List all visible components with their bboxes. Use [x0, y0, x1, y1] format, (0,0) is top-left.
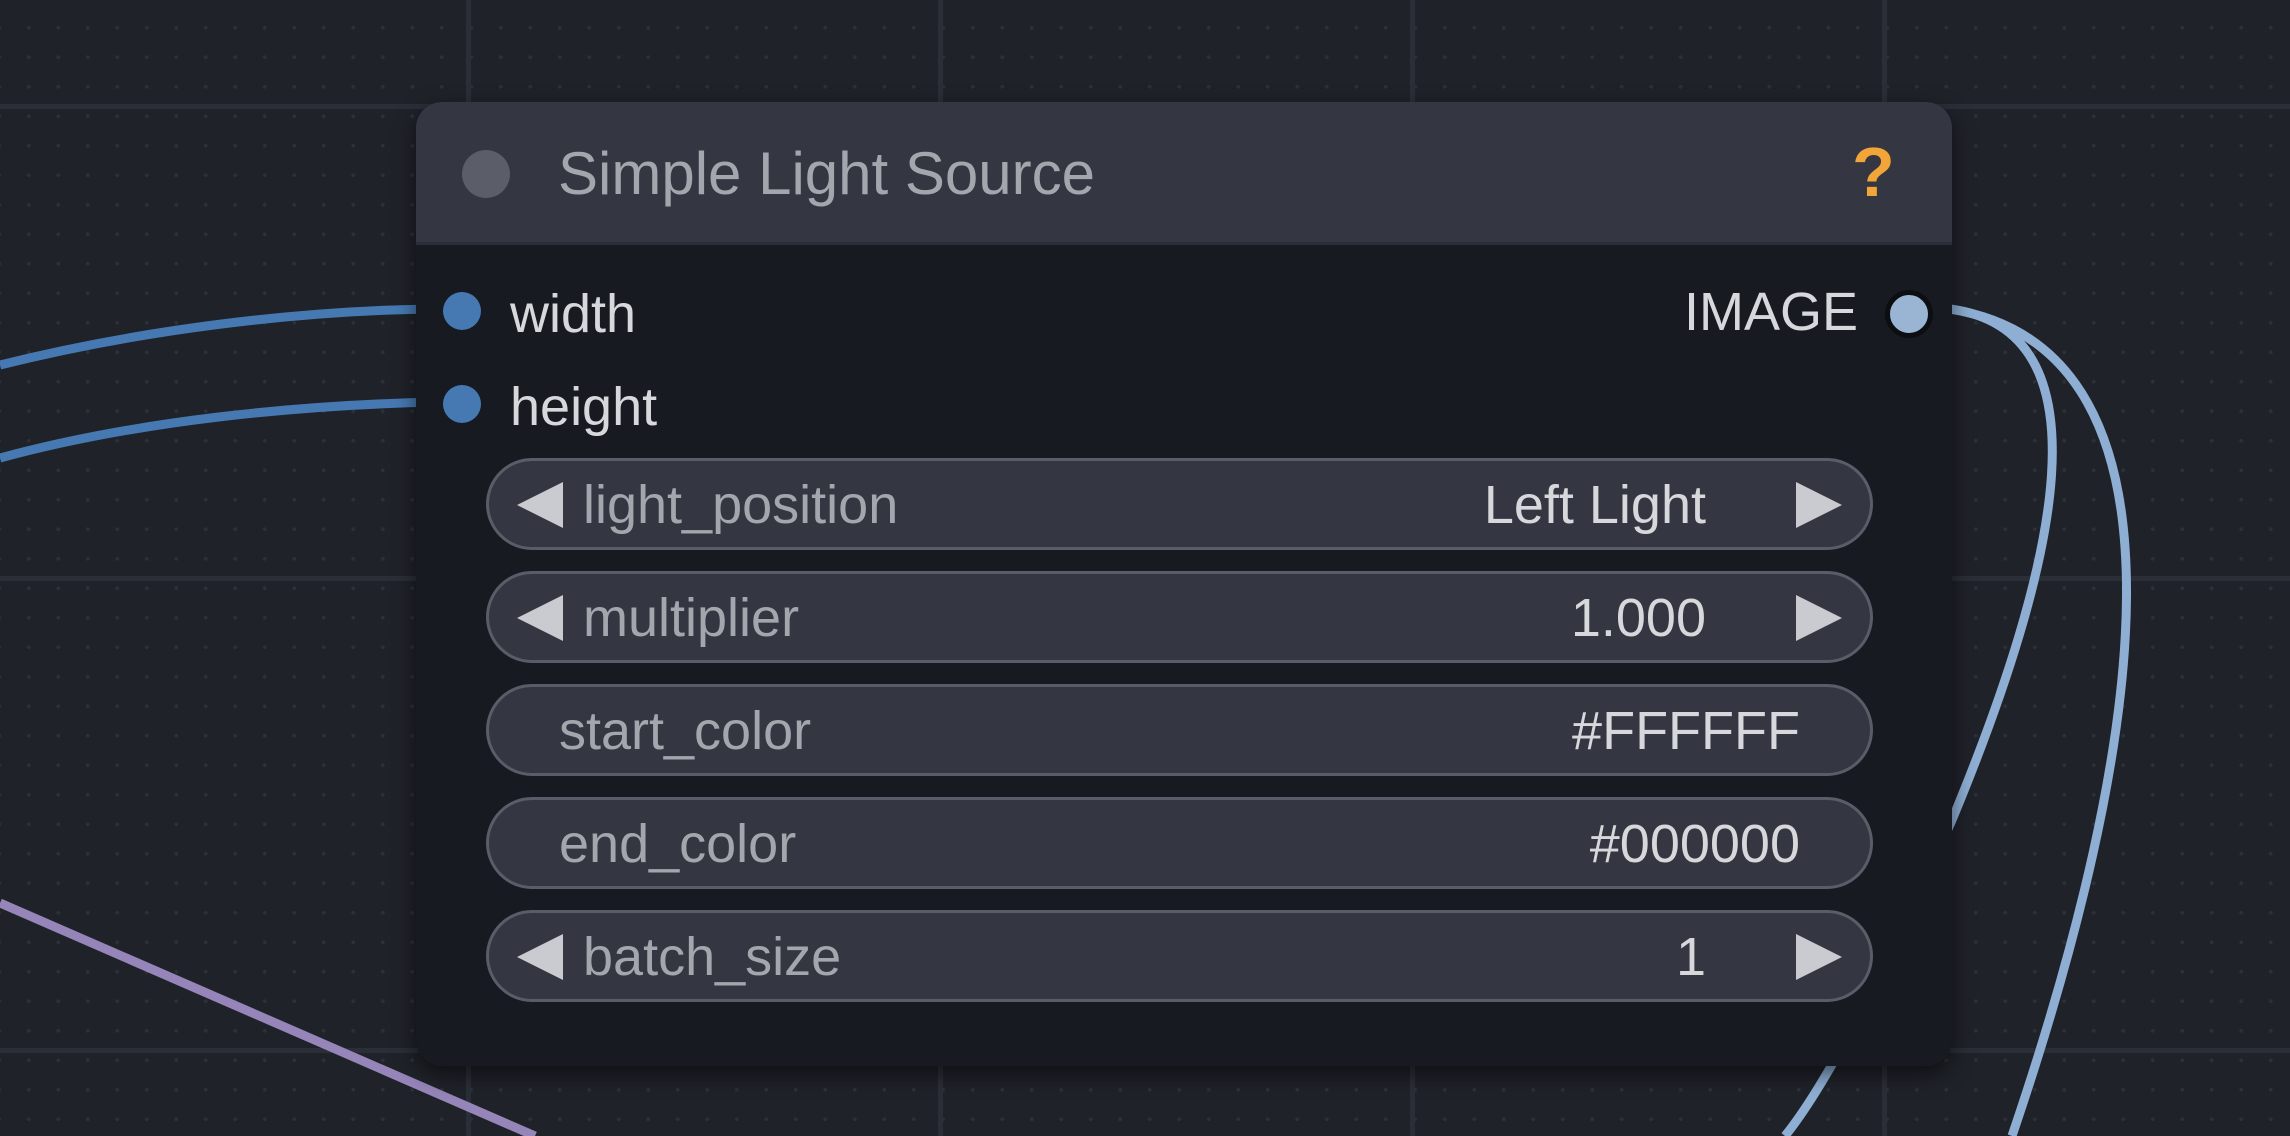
input-slot-height[interactable] [443, 385, 481, 423]
link-height[interactable] [0, 397, 438, 463]
help-icon[interactable]: ? [1852, 132, 1895, 212]
widget-label: batch_size [583, 927, 842, 987]
increment-arrow-icon[interactable] [1796, 934, 1842, 980]
widget-value: Left Light [1483, 475, 1706, 535]
input-label-width: width [510, 284, 637, 344]
widget-value: 1.000 [1570, 588, 1706, 648]
node-title: Simple Light Source [558, 140, 1095, 207]
node-header[interactable]: Simple Light Source ? [416, 102, 1952, 245]
link-width[interactable] [0, 304, 438, 370]
increment-arrow-icon[interactable] [1796, 482, 1842, 528]
decrement-arrow-icon[interactable] [517, 595, 563, 641]
widget-light-position[interactable]: light_position Left Light [486, 458, 1873, 550]
widget-start-color[interactable]: start_color #FFFFFF [486, 684, 1873, 776]
widget-value: #FFFFFF [1572, 701, 1800, 761]
widget-label: multiplier [583, 588, 800, 648]
widget-value: #000000 [1589, 814, 1800, 874]
widget-value: 1 [1675, 927, 1706, 987]
input-slot-width[interactable] [443, 292, 481, 330]
input-label-height: height [510, 377, 658, 437]
link-image-out-2[interactable] [1949, 304, 2131, 1136]
widget-end-color[interactable]: end_color #000000 [486, 797, 1873, 889]
simple-light-source-node[interactable]: Simple Light Source ? width height IMAGE… [416, 102, 1952, 1066]
widget-multiplier[interactable]: multiplier 1.000 [486, 571, 1873, 663]
output-label-image: IMAGE [1683, 282, 1858, 342]
output-slot-image[interactable] [1885, 290, 1933, 338]
collapse-toggle[interactable] [462, 150, 510, 198]
widget-batch-size[interactable]: batch_size 1 [486, 910, 1873, 1002]
increment-arrow-icon[interactable] [1796, 595, 1842, 641]
decrement-arrow-icon[interactable] [517, 482, 563, 528]
decrement-arrow-icon[interactable] [517, 934, 563, 980]
widget-label: start_color [559, 701, 812, 761]
widget-label: light_position [583, 475, 899, 535]
widget-label: end_color [559, 814, 797, 874]
